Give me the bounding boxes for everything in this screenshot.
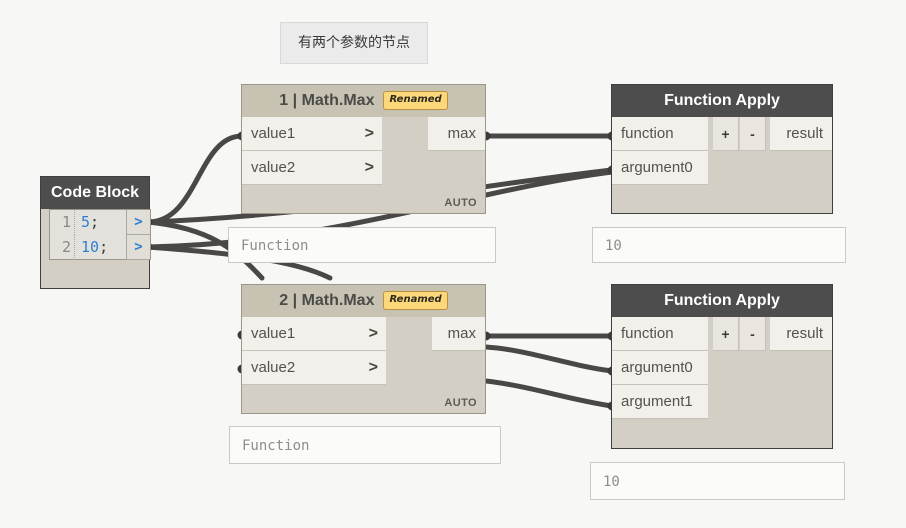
output-port-max-label: max	[448, 325, 476, 342]
output-port-max[interactable]: max	[428, 117, 485, 151]
function-apply-2-header: Function Apply	[612, 285, 832, 317]
wire-to-apply2-arg1	[486, 381, 612, 406]
function-apply-1-body: function argument0 + - result	[612, 117, 832, 213]
dynamo-graph-canvas[interactable]: 有两个参数的节点 Code Block 15; > 2 10; > 1 | Mat…	[0, 0, 906, 528]
preview-value: Function	[242, 438, 309, 454]
math-max-2-header: 2 | Math.Max Renamed	[242, 285, 485, 317]
input-port-value2[interactable]: value2 >	[242, 351, 386, 385]
preview-value: 10	[605, 238, 622, 254]
input-port-argument0[interactable]: argument0	[612, 351, 708, 385]
remove-argument-button[interactable]: -	[740, 117, 766, 151]
input-port-argument1[interactable]: argument1	[612, 385, 708, 419]
code-line[interactable]: 2 10; >	[50, 235, 150, 260]
code-line[interactable]: 15; >	[50, 210, 150, 235]
input-port-function-label: function	[621, 325, 674, 342]
code-line-value: 10	[81, 238, 99, 256]
input-port-value1[interactable]: value1 >	[242, 317, 386, 351]
input-port-argument0-label: argument0	[621, 359, 693, 376]
code-block-body: 15; > 2 10; >	[41, 209, 149, 288]
input-port-function[interactable]: function	[612, 317, 708, 351]
code-line-value: 5	[81, 213, 90, 231]
input-port-argument0-label: argument0	[621, 159, 693, 176]
code-line-terminator: ;	[90, 213, 99, 231]
code-block-editor[interactable]: 15; > 2 10; >	[49, 209, 151, 260]
function-apply-1-title: Function Apply	[664, 92, 780, 109]
function-apply-2-body: function argument0 argument1 + - result	[612, 317, 832, 448]
add-argument-button[interactable]: +	[713, 317, 739, 351]
code-block-header: Code Block	[41, 177, 149, 209]
preview-bubble-function-apply-1: 10	[592, 227, 846, 263]
input-port-value1[interactable]: value1 >	[242, 117, 382, 151]
wire-to-apply2-arg0	[486, 347, 612, 371]
output-port-max[interactable]: max	[432, 317, 485, 351]
code-line-number: 2	[50, 235, 75, 260]
note-text: 有两个参数的节点	[298, 35, 410, 51]
input-port-argument1-label: argument1	[621, 393, 693, 410]
node-math-max-2[interactable]: 2 | Math.Max Renamed value1 > value2 > ma…	[241, 284, 486, 414]
preview-value: 10	[603, 474, 620, 490]
auto-mode-label: AUTO	[444, 197, 477, 209]
output-port-result[interactable]: result	[770, 117, 832, 151]
code-line-number: 1	[50, 210, 75, 235]
node-function-apply-2[interactable]: Function Apply function argument0 argume…	[611, 284, 833, 449]
code-block-out-port-1[interactable]: >	[126, 235, 150, 260]
renamed-badge: Renamed	[383, 91, 447, 110]
node-math-max-1[interactable]: 1 | Math.Max Renamed value1 > value2 > ma…	[241, 84, 486, 214]
input-port-value1-label: value1	[251, 325, 295, 342]
chevron-right-icon: >	[369, 351, 378, 385]
remove-argument-button[interactable]: -	[740, 317, 766, 351]
math-max-2-title: 2 | Math.Max	[279, 292, 374, 309]
note-annotation: 有两个参数的节点	[280, 22, 428, 64]
add-argument-button[interactable]: +	[713, 117, 739, 151]
preview-bubble-math-max-1: Function	[228, 227, 496, 263]
auto-mode-label: AUTO	[444, 397, 477, 409]
function-apply-2-title: Function Apply	[664, 292, 780, 309]
node-code-block[interactable]: Code Block 15; > 2 10; >	[40, 176, 150, 289]
input-port-function-label: function	[621, 125, 674, 142]
code-block-out-port-0[interactable]: >	[126, 210, 150, 235]
math-max-1-title: 1 | Math.Max	[279, 92, 374, 109]
math-max-1-body: value1 > value2 > max AUTO	[242, 117, 485, 213]
renamed-badge: Renamed	[383, 291, 447, 310]
chevron-right-icon: >	[369, 317, 378, 351]
input-port-function[interactable]: function	[612, 117, 708, 151]
wire-cb1-to-max1-value1	[148, 136, 242, 222]
output-port-result-label: result	[786, 125, 823, 142]
preview-bubble-math-max-2: Function	[229, 426, 501, 464]
code-block-title: Code Block	[51, 184, 139, 201]
node-function-apply-1[interactable]: Function Apply function argument0 + - re…	[611, 84, 833, 214]
input-port-argument0[interactable]: argument0	[612, 151, 708, 185]
chevron-right-icon: >	[365, 151, 374, 185]
preview-value: Function	[241, 238, 308, 254]
output-port-result-label: result	[786, 325, 823, 342]
input-port-value2-label: value2	[251, 159, 295, 176]
math-max-2-body: value1 > value2 > max AUTO	[242, 317, 485, 413]
input-port-value2[interactable]: value2 >	[242, 151, 382, 185]
input-port-value2-label: value2	[251, 359, 295, 376]
function-apply-1-header: Function Apply	[612, 85, 832, 117]
math-max-1-header: 1 | Math.Max Renamed	[242, 85, 485, 117]
output-port-max-label: max	[448, 125, 476, 142]
preview-bubble-function-apply-2: 10	[590, 462, 845, 500]
output-port-result[interactable]: result	[770, 317, 832, 351]
input-port-value1-label: value1	[251, 125, 295, 142]
code-line-terminator: ;	[99, 238, 108, 256]
chevron-right-icon: >	[365, 117, 374, 151]
